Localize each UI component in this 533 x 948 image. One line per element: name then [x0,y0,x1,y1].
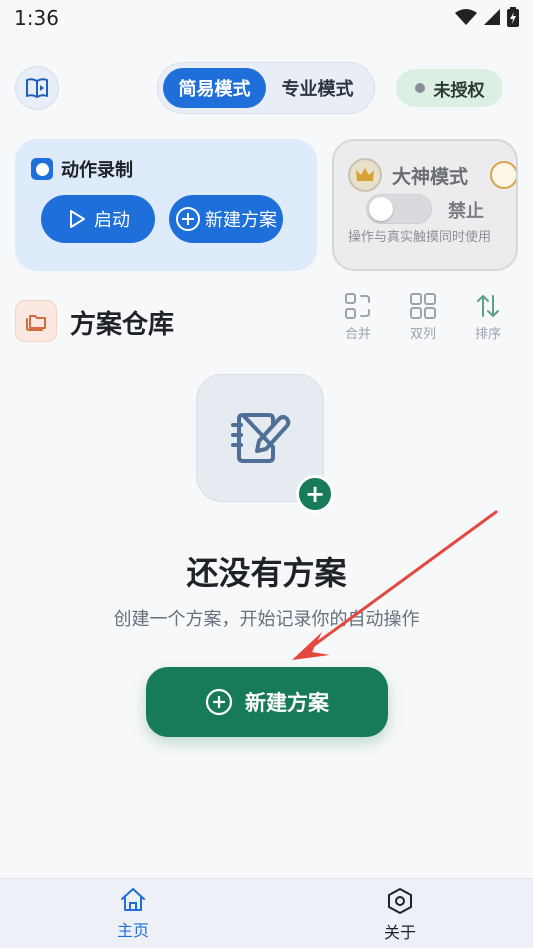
sort-icon [477,295,499,317]
record-title-text: 动作录制 [61,160,133,181]
nav-home-label: 主页 [116,921,149,940]
mode-toggle: 简易模式 专业模式 [157,62,375,114]
start-button-label: 启动 [94,210,130,231]
plus-circle-icon [205,688,233,716]
status-dot-icon [414,83,425,93]
god-mode-card: 大神模式 禁止 操作与真实触摸同时使用 [332,139,518,271]
license-status-badge[interactable]: 未授权 [396,69,503,107]
start-button[interactable]: 启动 [41,195,155,243]
sort-label: 排序 [474,327,501,342]
help-icon[interactable] [490,161,516,189]
wifi-icon [455,9,477,25]
folder-icon [15,300,57,342]
toggle-state-label: 禁止 [448,201,484,222]
crown-icon [348,158,382,192]
record-card-title: 动作录制 [31,156,133,182]
nav-home[interactable]: 主页 [93,887,173,941]
action-record-card: 动作录制 启动 新建方案 [15,139,317,271]
signal-icon [484,9,500,25]
god-mode-header: 大神模式 [348,158,468,192]
merge-button[interactable]: 合并 [333,292,383,342]
status-bar: 1:36 [0,0,533,36]
new-plan-button-label: 新建方案 [245,691,329,715]
new-plan-small-label: 新建方案 [205,210,277,231]
add-badge-icon: + [296,475,334,513]
sort-button[interactable]: 排序 [463,292,513,342]
nav-about-label: 关于 [383,923,416,942]
status-icons [455,7,519,27]
merge-icon [345,293,370,319]
god-mode-title: 大神模式 [392,165,469,188]
empty-state-subtitle: 创建一个方案，开始记录你的自动操作 [113,609,420,630]
hexagon-icon [388,888,412,914]
tab-simple-mode[interactable]: 简易模式 [163,68,266,108]
status-time: 1:36 [14,6,59,30]
god-mode-toggle[interactable] [366,194,432,224]
bottom-nav: 主页 关于 [0,878,533,948]
tab-pro-mode[interactable]: 专业模式 [266,68,369,108]
top-bar: 简易模式 专业模式 未授权 [0,62,533,114]
toggle-knob [369,197,393,221]
book-icon [26,78,48,98]
section-title: 方案仓库 [70,310,175,340]
empty-state-title: 还没有方案 [186,554,347,592]
new-plan-button[interactable]: 新建方案 [146,667,388,737]
license-label: 未授权 [433,80,485,101]
god-mode-description: 操作与真实触摸同时使用 [348,230,492,245]
notebook-edit-icon [231,412,291,463]
new-plan-small-button[interactable]: 新建方案 [169,195,283,243]
play-icon [70,210,85,228]
record-icon [31,158,53,180]
plan-repo-header: 方案仓库 合并 双列 排序 [15,293,518,348]
plus-circle-icon [176,207,200,231]
nav-about[interactable]: 关于 [360,887,440,943]
battery-icon [507,7,519,27]
grid-icon [410,293,436,319]
merge-label: 合并 [344,327,371,342]
home-icon [121,888,145,911]
book-button[interactable] [15,66,59,110]
two-column-label: 双列 [409,327,436,342]
two-column-button[interactable]: 双列 [398,292,448,342]
